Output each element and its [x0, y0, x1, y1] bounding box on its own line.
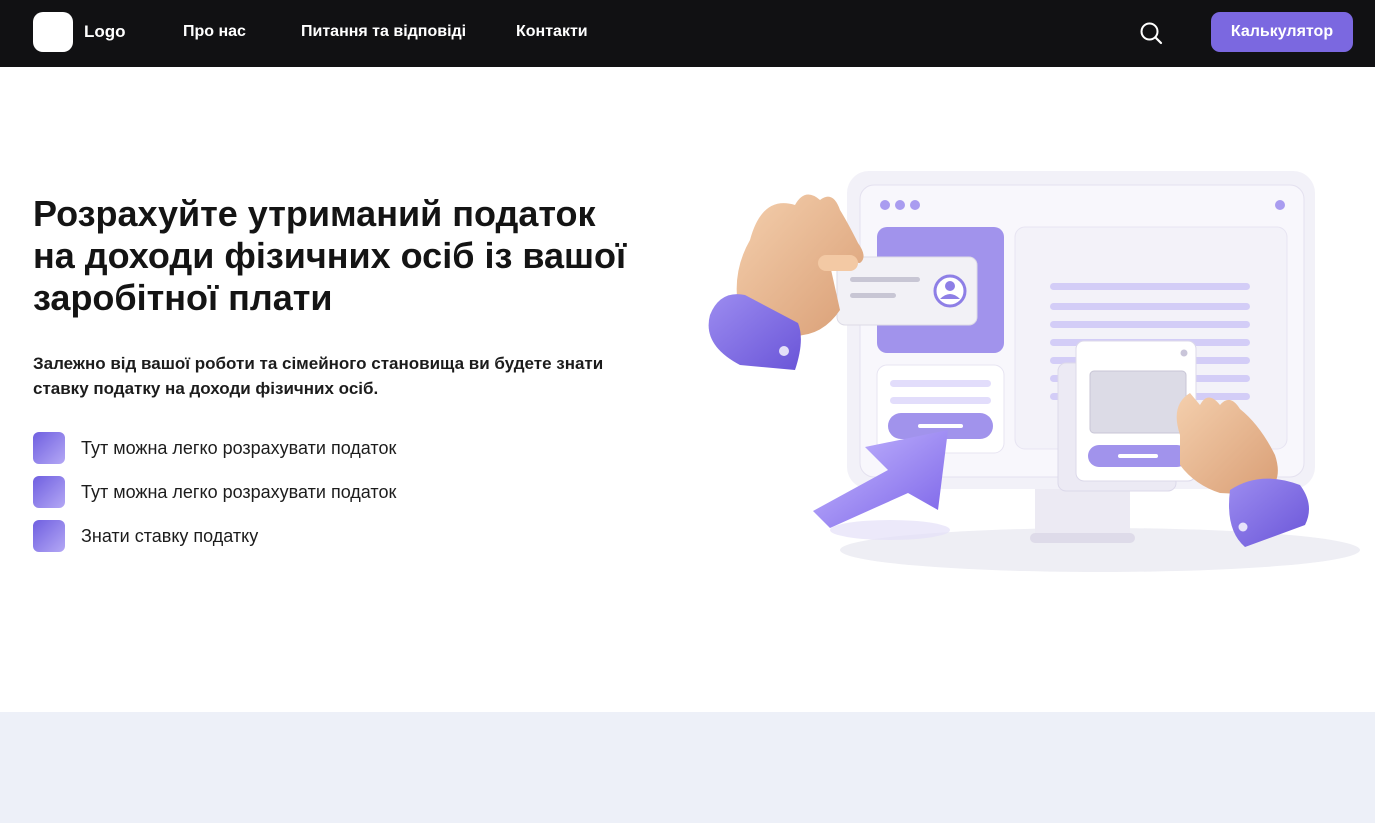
footer-band: [0, 712, 1375, 823]
nav-item-about[interactable]: Про нас: [183, 23, 246, 41]
search-icon[interactable]: [1138, 20, 1164, 46]
calculator-button[interactable]: Калькулятор: [1211, 12, 1353, 52]
hero-title: Розрахуйте утриманий податок на доходи ф…: [33, 193, 627, 318]
feature-check-icon: [33, 476, 65, 508]
logo-label[interactable]: Logo: [84, 22, 126, 42]
feature-check-icon: [33, 520, 65, 552]
nav-item-contacts[interactable]: Контакти: [516, 23, 588, 41]
feature-label: Тут можна легко розрахувати податок: [81, 438, 397, 458]
hero-illustration: [700, 165, 1360, 585]
feature-check-icon: [33, 432, 65, 464]
feature-label: Знати ставку податку: [81, 526, 259, 546]
top-navigation-bar: Logo Про нас Питання та відповіді Контак…: [0, 0, 1375, 67]
feature-label: Тут можна легко розрахувати податок: [81, 482, 397, 502]
logo-icon[interactable]: [33, 12, 73, 52]
nav-item-faq[interactable]: Питання та відповіді: [301, 23, 466, 41]
hero-subtitle: Залежно від вашої роботи та сімейного ст…: [33, 354, 604, 398]
